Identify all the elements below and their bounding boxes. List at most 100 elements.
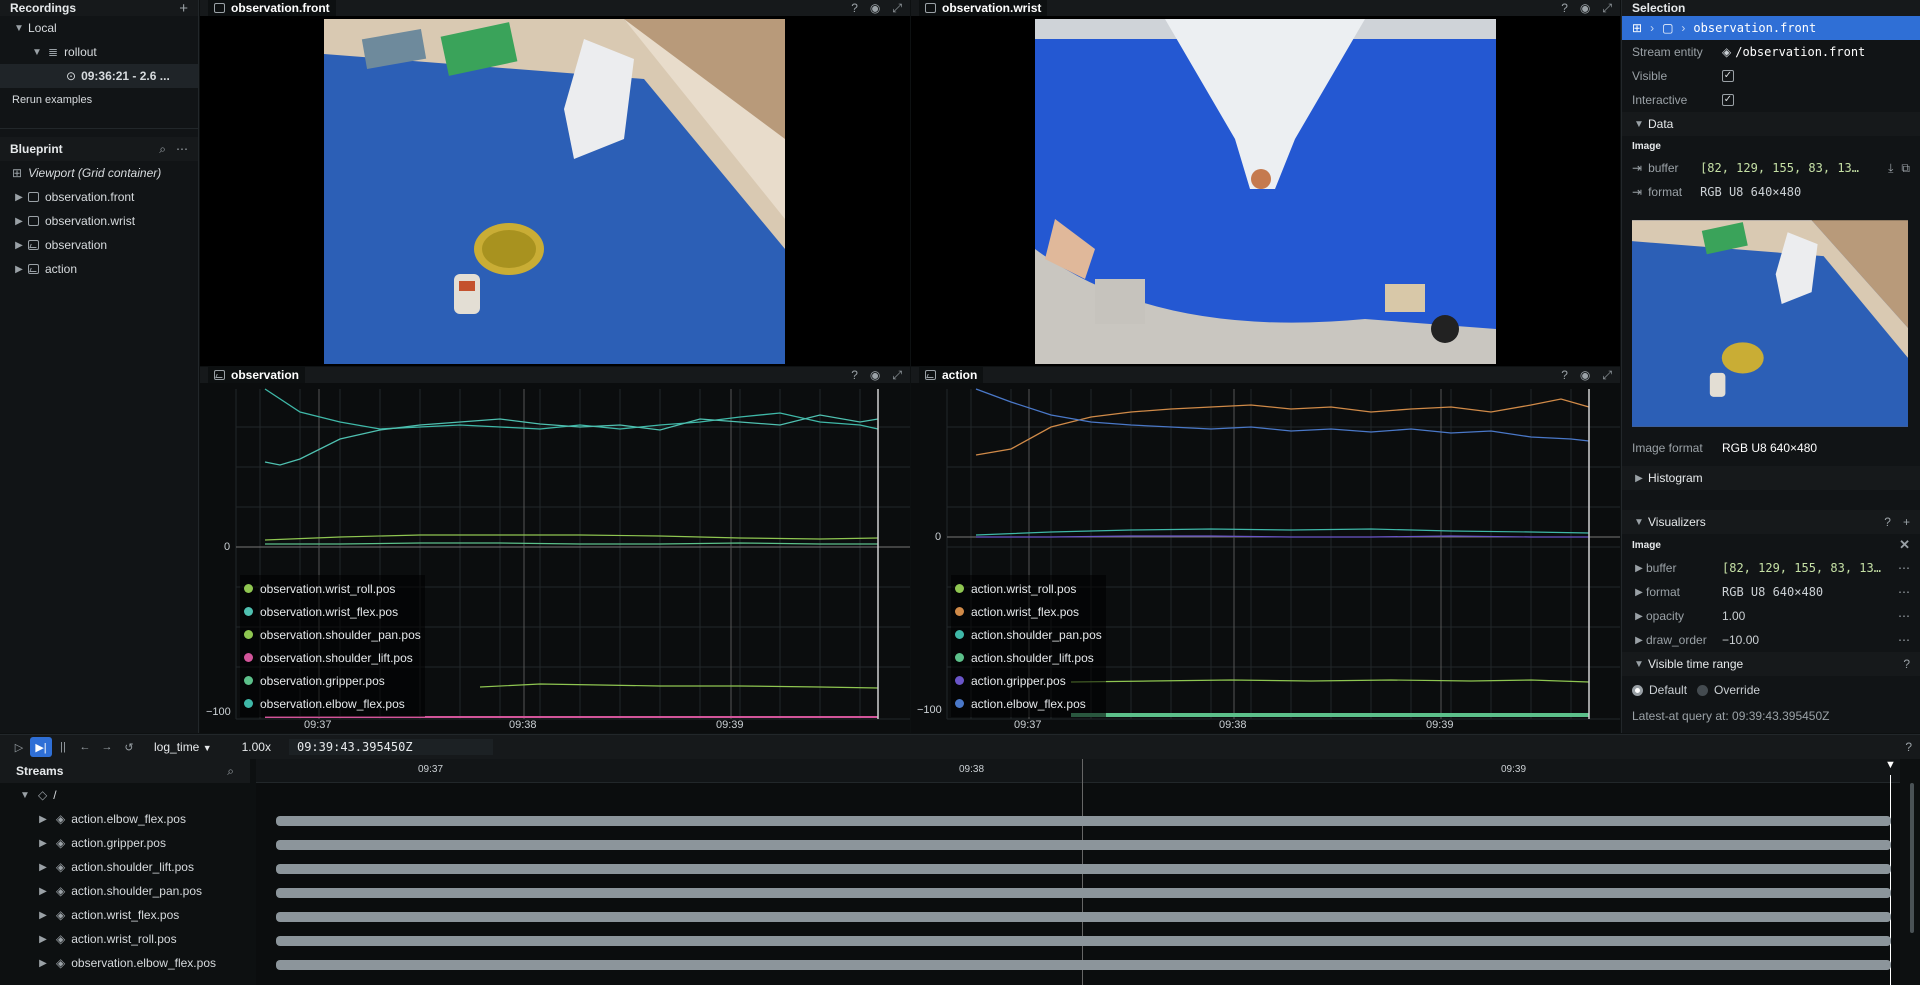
visible-checkbox[interactable]: ✓ [1722, 70, 1734, 82]
default-radio[interactable] [1632, 684, 1643, 696]
override-radio[interactable] [1697, 684, 1709, 696]
legend-item[interactable]: action.shoulder_lift.pos [955, 646, 1102, 669]
chevron-right-icon[interactable]: ▶ [1632, 611, 1646, 622]
view-tab-title[interactable]: observation [208, 367, 306, 383]
chevron-down-icon[interactable]: ▼ [1632, 517, 1646, 528]
stream-root[interactable]: ▼ ◇ / [0, 783, 252, 807]
stream-bar[interactable] [276, 888, 1891, 898]
pause-icon[interactable]: || [52, 737, 74, 757]
copy-icon[interactable]: ⧉ [1901, 161, 1910, 176]
stream-bar[interactable] [276, 936, 1891, 946]
chevron-down-icon[interactable]: ▼ [18, 790, 32, 801]
recording-item[interactable]: ⊙ 09:36:21 - 2.6 ... [0, 64, 198, 88]
chevron-right-icon[interactable]: ▶ [36, 838, 50, 849]
view-observation-plot[interactable]: observation? ◉ ⤢ 0 −100 09:37 09:38 09:39 … [200, 367, 910, 733]
step-forward-icon[interactable]: → [96, 737, 118, 757]
help-icon[interactable]: ? [1903, 657, 1910, 671]
chevron-down-icon[interactable]: ▼ [30, 47, 44, 58]
chevron-right-icon[interactable]: ▶ [36, 958, 50, 969]
download-icon[interactable]: ⤓ [1888, 161, 1893, 176]
stream-item[interactable]: ▶ ◈ action.shoulder_pan.pos [0, 879, 252, 903]
chevron-down-icon[interactable]: ▼ [12, 23, 26, 34]
legend-item[interactable]: observation.gripper.pos [244, 669, 421, 692]
chevron-right-icon[interactable]: ▶ [36, 934, 50, 945]
interactive-checkbox[interactable]: ✓ [1722, 94, 1734, 106]
stream-item[interactable]: ▶ ◈ action.elbow_flex.pos [0, 807, 252, 831]
chevron-right-icon[interactable]: ▶ [1632, 587, 1646, 598]
search-icon[interactable]: ⌕ [159, 142, 166, 157]
help-icon[interactable]: ? [851, 1, 858, 15]
search-icon[interactable]: ⌕ [227, 764, 234, 779]
timeline-selector[interactable]: log_time ▼ [154, 740, 212, 754]
image-preview[interactable] [1632, 220, 1908, 427]
step-back-icon[interactable]: ← [74, 737, 96, 757]
stream-item[interactable]: ▶ ◈ action.wrist_flex.pos [0, 903, 252, 927]
playback-speed[interactable]: 1.00x [242, 740, 271, 754]
data-section-header[interactable]: ▼ Data [1622, 112, 1920, 136]
opacity-value[interactable]: 1.00 [1722, 609, 1898, 623]
eye-icon[interactable]: ◉ [1580, 1, 1590, 15]
add-recording-icon[interactable]: + [179, 0, 188, 17]
stream-item[interactable]: ▶ ◈ observation.elbow_flex.pos [0, 951, 252, 975]
view-tab-title[interactable]: action [919, 367, 984, 383]
chevron-right-icon[interactable]: ▶ [1632, 563, 1646, 574]
chevron-right-icon[interactable]: ▶ [12, 216, 26, 227]
more-icon[interactable]: ⋯ [1898, 633, 1910, 647]
close-icon[interactable]: ✕ [1899, 537, 1910, 553]
legend-item[interactable]: action.wrist_roll.pos [955, 577, 1102, 600]
timeline-scrollbar[interactable] [1910, 783, 1914, 933]
stream-item[interactable]: ▶ ◈ action.wrist_roll.pos [0, 927, 252, 951]
stream-item[interactable]: ▶ ◈ action.shoulder_lift.pos [0, 855, 252, 879]
blueprint-item-observation[interactable]: ▶ observation [0, 233, 198, 257]
stream-item[interactable]: ▶ ◈ action.gripper.pos [0, 831, 252, 855]
view-icon[interactable]: ▢ [1662, 21, 1673, 35]
more-icon[interactable]: ⋯ [1898, 585, 1910, 599]
viewport-icon[interactable]: ⊞ [1632, 21, 1642, 35]
visualizers-section-header[interactable]: ▼ Visualizers? + [1622, 510, 1920, 534]
stream-bar[interactable] [276, 960, 1891, 970]
blueprint-item-observation-front[interactable]: ▶ observation.front [0, 185, 198, 209]
maximize-icon[interactable]: ⤢ [1602, 1, 1612, 16]
legend-item[interactable]: action.shoulder_pan.pos [955, 623, 1102, 646]
stream-timeline-area[interactable] [256, 759, 1900, 985]
help-icon[interactable]: ? [1561, 368, 1568, 382]
chevron-right-icon[interactable]: ▶ [36, 886, 50, 897]
more-icon[interactable]: ⋯ [1898, 561, 1910, 575]
stream-entity-value[interactable]: /observation.front [1735, 45, 1865, 59]
time-cursor-icon[interactable]: ▼ [1885, 759, 1896, 771]
eye-icon[interactable]: ◉ [1580, 368, 1590, 382]
chevron-right-icon[interactable]: ▶ [1632, 473, 1646, 484]
stream-bar[interactable] [276, 864, 1891, 874]
help-icon[interactable]: ? [1884, 515, 1891, 529]
help-icon[interactable]: ? [1561, 1, 1568, 15]
stream-bar[interactable] [276, 912, 1891, 922]
legend-item[interactable]: observation.wrist_flex.pos [244, 600, 421, 623]
more-icon[interactable]: ⋯ [176, 142, 188, 156]
maximize-icon[interactable]: ⤢ [892, 1, 902, 16]
rollout-app[interactable]: ▼ ≣ rollout [0, 40, 198, 64]
legend-item[interactable]: observation.elbow_flex.pos [244, 692, 421, 715]
loop-icon[interactable]: ↺ [118, 737, 140, 757]
view-observation-wrist[interactable]: observation.wrist? ◉ ⤢ [911, 0, 1620, 366]
rerun-examples[interactable]: Rerun examples [0, 88, 198, 112]
chevron-right-icon[interactable]: ▶ [12, 240, 26, 251]
visible-time-range-header[interactable]: ▼ Visible time range? [1622, 652, 1920, 676]
time-ruler[interactable]: 09:37 09:38 09:39 ▼ [256, 759, 1900, 783]
legend-item[interactable]: action.wrist_flex.pos [955, 600, 1102, 623]
view-action-plot[interactable]: action? ◉ ⤢ 0 −100 09:37 09:38 09:39 actio… [911, 367, 1620, 733]
chevron-right-icon[interactable]: ▶ [36, 862, 50, 873]
help-icon[interactable]: ? [1905, 740, 1912, 754]
view-tab-title[interactable]: observation.wrist [919, 0, 1048, 16]
legend-item[interactable]: action.gripper.pos [955, 669, 1102, 692]
add-visualizer-icon[interactable]: + [1903, 515, 1910, 529]
eye-icon[interactable]: ◉ [870, 1, 880, 15]
stream-bar[interactable] [276, 816, 1891, 826]
legend-item[interactable]: action.elbow_flex.pos [955, 692, 1102, 715]
draw-order-value[interactable]: −10.00 [1722, 633, 1898, 647]
view-observation-front[interactable]: observation.front? ◉ ⤢ [200, 0, 910, 366]
play-icon[interactable]: ▷ [8, 737, 30, 757]
maximize-icon[interactable]: ⤢ [892, 368, 902, 383]
legend-item[interactable]: observation.shoulder_lift.pos [244, 646, 421, 669]
chevron-down-icon[interactable]: ▼ [1632, 659, 1646, 670]
legend-item[interactable]: observation.shoulder_pan.pos [244, 623, 421, 646]
